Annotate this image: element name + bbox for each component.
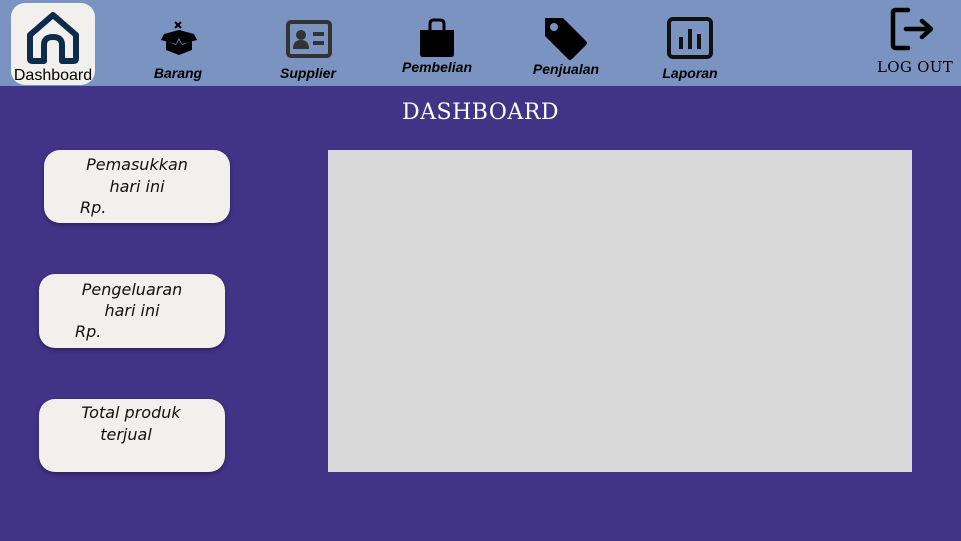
home-icon xyxy=(27,12,79,64)
card-value: Rp. xyxy=(80,198,107,217)
expense-today-card: Pengeluaran hari ini Rp. xyxy=(39,274,225,348)
nav-item-dashboard[interactable]: Dashboard xyxy=(11,3,95,85)
card-title-line1: Total produk xyxy=(81,403,181,422)
card-title-line2: hari ini xyxy=(104,301,160,320)
page-title: DASHBOARD xyxy=(402,100,559,125)
card-title-line1: Pengeluaran xyxy=(81,280,183,299)
logout-label: LOG OUT xyxy=(876,58,954,76)
nav-item-barang[interactable]: Barang xyxy=(145,0,211,86)
shopping-bag-icon xyxy=(420,18,454,57)
nav-label-penjualan: Penjualan xyxy=(532,61,600,77)
logout-icon xyxy=(890,7,934,51)
nav-item-penjualan[interactable]: Penjualan xyxy=(527,0,605,86)
price-tag-icon xyxy=(545,18,587,60)
card-title-line2: hari ini xyxy=(109,177,165,196)
card-title-line1: Pemasukkan xyxy=(86,155,188,174)
products-sold-card: Total produk terjual xyxy=(39,399,225,472)
box-icon xyxy=(161,21,197,55)
card-value: Rp. xyxy=(75,322,102,341)
bar-chart-icon xyxy=(667,17,713,59)
nav-label-pembelian: Pembelian xyxy=(401,59,473,75)
card-title-line2: terjual xyxy=(100,425,152,444)
logout-button[interactable]: LOG OUT xyxy=(876,6,954,80)
nav-label-dashboard: Dashboard xyxy=(13,67,93,84)
nav-item-laporan[interactable]: Laporan xyxy=(657,0,723,86)
nav-label-supplier: Supplier xyxy=(279,65,336,81)
content-panel xyxy=(328,150,912,472)
nav-item-supplier[interactable]: Supplier xyxy=(274,0,342,86)
nav-label-barang: Barang xyxy=(153,65,203,81)
nav-item-pembelian[interactable]: Pembelian xyxy=(396,0,478,86)
income-today-card: Pemasukkan hari ini Rp. xyxy=(44,150,230,223)
top-navigation-bar: Dashboard Barang Supplier Pembelian Penj… xyxy=(0,0,961,86)
id-card-icon xyxy=(286,20,332,58)
nav-label-laporan: Laporan xyxy=(662,65,718,81)
